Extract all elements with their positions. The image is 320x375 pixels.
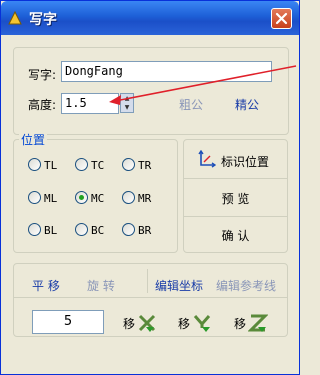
radio-label: TC [91, 159, 105, 172]
annotation-arrow [109, 65, 297, 105]
radio-label: MC [91, 192, 105, 205]
axis-marker-icon [198, 150, 216, 168]
move-x-button[interactable]: 移 [123, 312, 157, 334]
radio-bc[interactable] [75, 223, 88, 236]
step-input[interactable]: 5 [32, 310, 104, 334]
radio-label: BC [91, 224, 105, 237]
move-label: 移 [123, 316, 136, 331]
radio-br[interactable] [122, 223, 135, 236]
radio-label: MR [138, 192, 152, 205]
radio-tc[interactable] [75, 158, 88, 171]
radio-ml[interactable] [28, 191, 41, 204]
radio-label: BR [138, 224, 152, 237]
window-title: 写字 [29, 12, 57, 28]
close-icon [275, 12, 288, 25]
radio-bl[interactable] [28, 223, 41, 236]
tab-translate[interactable]: 平 移 [32, 277, 60, 294]
move-label: 移 [234, 316, 247, 331]
position-group-title: 位置 [19, 131, 48, 148]
move-label: 移 [178, 316, 191, 331]
tab-edit-coords[interactable]: 编辑坐标 [155, 277, 203, 294]
preview-button[interactable]: 预 览 [184, 179, 287, 216]
close-button[interactable] [271, 8, 292, 29]
text-label: 写字: [28, 68, 57, 82]
title-bar[interactable]: 写字 [1, 1, 299, 35]
app-icon [8, 10, 22, 25]
x-axis-icon [138, 314, 156, 332]
dialog-window: 写字 写字: DongFang 高度: 1.5 ▲ ▼ 粗公 精公 位置 TL … [0, 0, 300, 375]
mark-position-button[interactable]: 标识位置 [184, 140, 287, 178]
move-y-button[interactable]: 移 [178, 312, 212, 334]
height-label: 高度: [28, 98, 57, 112]
confirm-button[interactable]: 确 认 [184, 217, 287, 253]
radio-tl[interactable] [28, 158, 41, 171]
radio-mc[interactable] [75, 191, 88, 204]
tab-edit-guides[interactable]: 编辑参考线 [216, 277, 276, 294]
mark-position-label: 标识位置 [221, 155, 270, 169]
radio-mr[interactable] [122, 191, 135, 204]
radio-label: TL [44, 159, 58, 172]
radio-label: ML [44, 192, 58, 205]
tab-rotate[interactable]: 旋 转 [87, 277, 115, 294]
radio-tr[interactable] [122, 158, 135, 171]
z-axis-icon [248, 314, 269, 332]
radio-label: BL [44, 224, 58, 237]
radio-label: TR [138, 159, 152, 172]
tab-separator [147, 269, 148, 293]
y-axis-icon [193, 315, 211, 332]
move-z-button[interactable]: 移 [234, 312, 269, 334]
divider [14, 297, 287, 298]
